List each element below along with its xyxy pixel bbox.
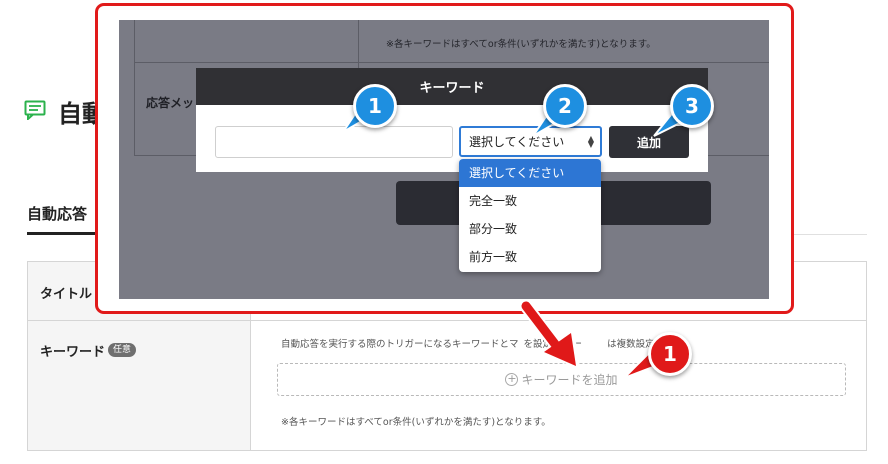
keyword-condition-note: ※各キーワードはすべてor条件(いずれかを満たす)となります。 <box>281 417 551 428</box>
keyword-input[interactable] <box>215 126 453 158</box>
tab-auto-response[interactable]: 自動応答 <box>27 203 87 224</box>
callout-step-1-red: 1 <box>648 332 692 376</box>
callout-step-2: 2 <box>543 84 587 128</box>
plus-circle-icon: + <box>505 372 519 386</box>
select-arrows-icon: ▲ ▼ <box>587 134 594 149</box>
match-type-dropdown: 選択してください 完全一致 部分一致 前方一致 <box>459 159 601 272</box>
callout-step-1: 1 <box>353 84 397 128</box>
optional-badge: 任意 <box>108 343 137 357</box>
keyword-field-label: キーワード <box>40 345 106 360</box>
dropdown-option[interactable]: 完全一致 <box>459 187 601 215</box>
dropdown-option[interactable]: 選択してください <box>459 159 601 187</box>
inset-response-label: 応答メッ <box>146 96 195 110</box>
dropdown-option[interactable]: 部分一致 <box>459 215 601 243</box>
red-arrow-icon <box>519 300 580 370</box>
message-icon <box>24 100 46 120</box>
inset-table-line <box>134 62 769 63</box>
row-divider <box>27 320 867 321</box>
callout-step-3: 3 <box>670 84 714 128</box>
modal-title: キーワード <box>196 68 708 105</box>
dropdown-option[interactable]: 前方一致 <box>459 243 601 271</box>
inset-table-line <box>134 20 135 156</box>
keyword-description-text: 自動応答を実行する際のトリガーになるキーワードとマ <box>281 339 519 350</box>
tab-active-indicator <box>27 232 97 235</box>
keyword-description: 自動応答を実行する際のトリガーになるキーワードとマ を設定 ※キー は複数設定可… <box>281 336 674 350</box>
inset-condition-note: ※各キーワードはすべてor条件(いずれかを満たす)となります。 <box>386 39 656 50</box>
title-field-label: タイトル <box>40 287 93 302</box>
